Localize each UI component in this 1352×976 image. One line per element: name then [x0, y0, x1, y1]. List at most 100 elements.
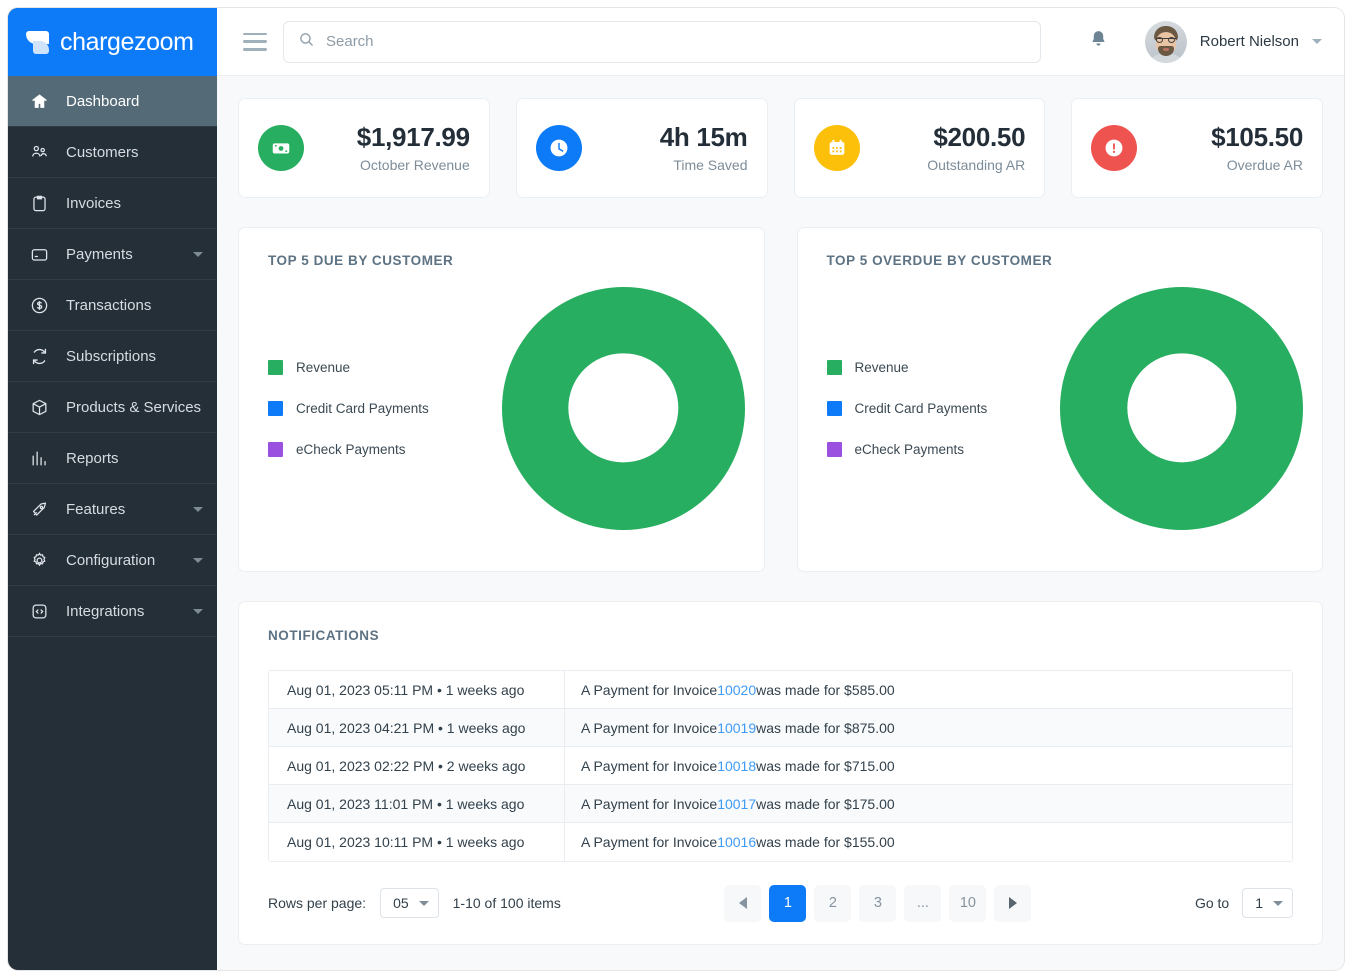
- message-post: was made for $585.00: [756, 681, 895, 698]
- legend-item-echeck-payments[interactable]: eCheck Payments: [826, 441, 1042, 457]
- chevron-down-icon[interactable]: [193, 557, 203, 563]
- sidebar-item-customers[interactable]: Customers: [8, 127, 217, 178]
- legend-label: eCheck Payments: [854, 441, 965, 457]
- panel-title: TOP 5 DUE BY CUSTOMER: [268, 253, 454, 268]
- main-area: Robert Nielson: [217, 8, 1344, 970]
- home-icon: [30, 92, 49, 111]
- sidebar-item-integrations[interactable]: Integrations: [8, 586, 217, 637]
- invoice-link[interactable]: 10017: [717, 796, 756, 812]
- stat-value: $1,917.99: [356, 121, 470, 152]
- stat-value: $200.50: [933, 121, 1026, 152]
- prev-page-button[interactable]: [724, 884, 762, 922]
- sidebar-item-payments[interactable]: Payments: [8, 229, 217, 280]
- notification-date: Aug 01, 2023 04:21 PM • 1 weeks ago: [269, 709, 565, 746]
- invoice-link[interactable]: 10019: [717, 720, 756, 736]
- sidebar-item-transactions[interactable]: Transactions: [8, 280, 217, 331]
- page-button-1[interactable]: 1: [769, 884, 807, 922]
- goto-page: Go to 1: [1195, 888, 1294, 918]
- stat-card-october-revenue[interactable]: $1,917.99 October Revenue: [238, 98, 490, 198]
- table-row[interactable]: Aug 01, 2023 11:01 PM • 1 weeks ago A Pa…: [269, 785, 1292, 823]
- sidebar-item-invoices[interactable]: Invoices: [8, 178, 217, 229]
- legend-item-revenue[interactable]: Revenue: [268, 359, 483, 375]
- legend-swatch: [826, 359, 842, 375]
- sidebar-item-label: Subscriptions: [66, 347, 157, 365]
- sidebar-item-dashboard[interactable]: Dashboard: [8, 76, 217, 127]
- sidebar-item-subscriptions[interactable]: Subscriptions: [8, 331, 217, 382]
- notification-message: A Payment for Invoice 10018 was made for…: [565, 747, 1292, 784]
- sidebar-item-label: Integrations: [66, 602, 145, 620]
- table-row[interactable]: Aug 01, 2023 04:21 PM • 1 weeks ago A Pa…: [269, 709, 1292, 747]
- goto-select[interactable]: 1: [1242, 888, 1294, 918]
- rows-per-page-value: 05: [393, 895, 409, 911]
- stat-card-outstanding-ar[interactable]: $200.50 Outstanding AR: [793, 98, 1046, 198]
- legend-item-revenue[interactable]: Revenue: [826, 359, 1042, 375]
- chevron-down-icon[interactable]: [193, 608, 203, 614]
- stat-card-time-saved[interactable]: 4h 15m Time Saved: [515, 98, 768, 198]
- sidebar-item-features[interactable]: Features: [8, 484, 217, 535]
- chevron-down-icon[interactable]: [193, 251, 203, 257]
- notifications-panel: NOTIFICATIONS Aug 01, 2023 05:11 PM • 1 …: [238, 601, 1323, 945]
- legend-swatch: [268, 400, 283, 416]
- invoice-link[interactable]: 10016: [717, 834, 756, 850]
- message-post: was made for $875.00: [756, 719, 895, 736]
- sidebar-item-reports[interactable]: Reports: [8, 433, 217, 484]
- user-menu[interactable]: Robert Nielson: [1144, 20, 1322, 63]
- stat-label: Time Saved: [673, 157, 748, 174]
- invoice-link[interactable]: 10020: [717, 682, 756, 698]
- invoice-link[interactable]: 10018: [717, 758, 756, 774]
- notification-message: A Payment for Invoice 10016 was made for…: [565, 823, 1292, 861]
- users-icon: [30, 143, 49, 162]
- message-post: was made for $715.00: [756, 757, 895, 774]
- panel-title: TOP 5 OVERDUE BY CUSTOMER: [826, 253, 1053, 268]
- stat-text: $105.50 Overdue AR: [1151, 122, 1303, 174]
- page-ellipsis[interactable]: ...: [904, 884, 942, 922]
- donut-chart[interactable]: [501, 286, 745, 530]
- legend-label: Credit Card Payments: [296, 400, 429, 416]
- sidebar-item-products-services[interactable]: Products & Services: [8, 382, 217, 433]
- page-button-2[interactable]: 2: [814, 884, 852, 922]
- page-button-3[interactable]: 3: [859, 884, 897, 922]
- sidebar-item-label: Transactions: [66, 296, 152, 314]
- chart-legend: Revenue Credit Card Payments eCheck Paym…: [826, 359, 1042, 457]
- legend-swatch: [826, 400, 842, 416]
- donut-hole: [1127, 353, 1237, 463]
- hamburger-icon[interactable]: [243, 32, 267, 51]
- sidebar-item-configuration[interactable]: Configuration: [8, 535, 217, 586]
- page-buttons: 1 2 3 ... 10: [724, 884, 1032, 922]
- stat-cards: $1,917.99 October Revenue 4h 15m Time Sa…: [238, 98, 1323, 198]
- notification-message: A Payment for Invoice 10019 was made for…: [565, 709, 1292, 746]
- rows-per-page-select[interactable]: 05: [380, 888, 439, 918]
- page-button-10[interactable]: 10: [949, 884, 987, 922]
- brand-logo[interactable]: chargezoom: [8, 8, 217, 76]
- legend-swatch: [826, 441, 842, 457]
- bell-icon[interactable]: [1088, 28, 1109, 55]
- sidebar-item-label: Reports: [66, 449, 119, 467]
- content: $1,917.99 October Revenue 4h 15m Time Sa…: [217, 76, 1344, 970]
- credit-card-icon: [30, 245, 49, 264]
- donut-chart[interactable]: [1060, 286, 1304, 530]
- clipboard-icon: [30, 194, 49, 213]
- sidebar-item-label: Customers: [66, 143, 139, 161]
- legend-item-credit-card-payments[interactable]: Credit Card Payments: [826, 400, 1042, 416]
- stat-label: October Revenue: [360, 157, 470, 174]
- goto-value: 1: [1255, 895, 1264, 911]
- table-row[interactable]: Aug 01, 2023 02:22 PM • 2 weeks ago A Pa…: [269, 747, 1292, 785]
- notification-date: Aug 01, 2023 11:01 PM • 1 weeks ago: [269, 785, 565, 822]
- legend-item-credit-card-payments[interactable]: Credit Card Payments: [268, 400, 483, 416]
- sidebar: chargezoom Dashboard Customers Invoices …: [8, 8, 217, 970]
- donut-hole: [568, 353, 678, 463]
- search-input[interactable]: [326, 33, 1026, 50]
- alert-icon: [1091, 125, 1138, 171]
- sidebar-item-label: Payments: [66, 245, 133, 263]
- chart-panels: TOP 5 DUE BY CUSTOMER Revenue Credit Car…: [238, 227, 1323, 572]
- stat-card-overdue-ar[interactable]: $105.50 Overdue AR: [1071, 98, 1323, 198]
- next-page-button[interactable]: [994, 884, 1032, 922]
- search-box[interactable]: [283, 20, 1041, 63]
- legend-item-echeck-payments[interactable]: eCheck Payments: [268, 441, 483, 457]
- notifications-title: NOTIFICATIONS: [268, 628, 380, 643]
- chevron-down-icon[interactable]: [1312, 39, 1322, 44]
- sidebar-item-label: Products & Services: [66, 398, 202, 416]
- table-row[interactable]: Aug 01, 2023 05:11 PM • 1 weeks ago A Pa…: [269, 671, 1292, 709]
- chevron-down-icon[interactable]: [193, 506, 203, 512]
- table-row[interactable]: Aug 01, 2023 10:11 PM • 1 weeks ago A Pa…: [269, 823, 1292, 861]
